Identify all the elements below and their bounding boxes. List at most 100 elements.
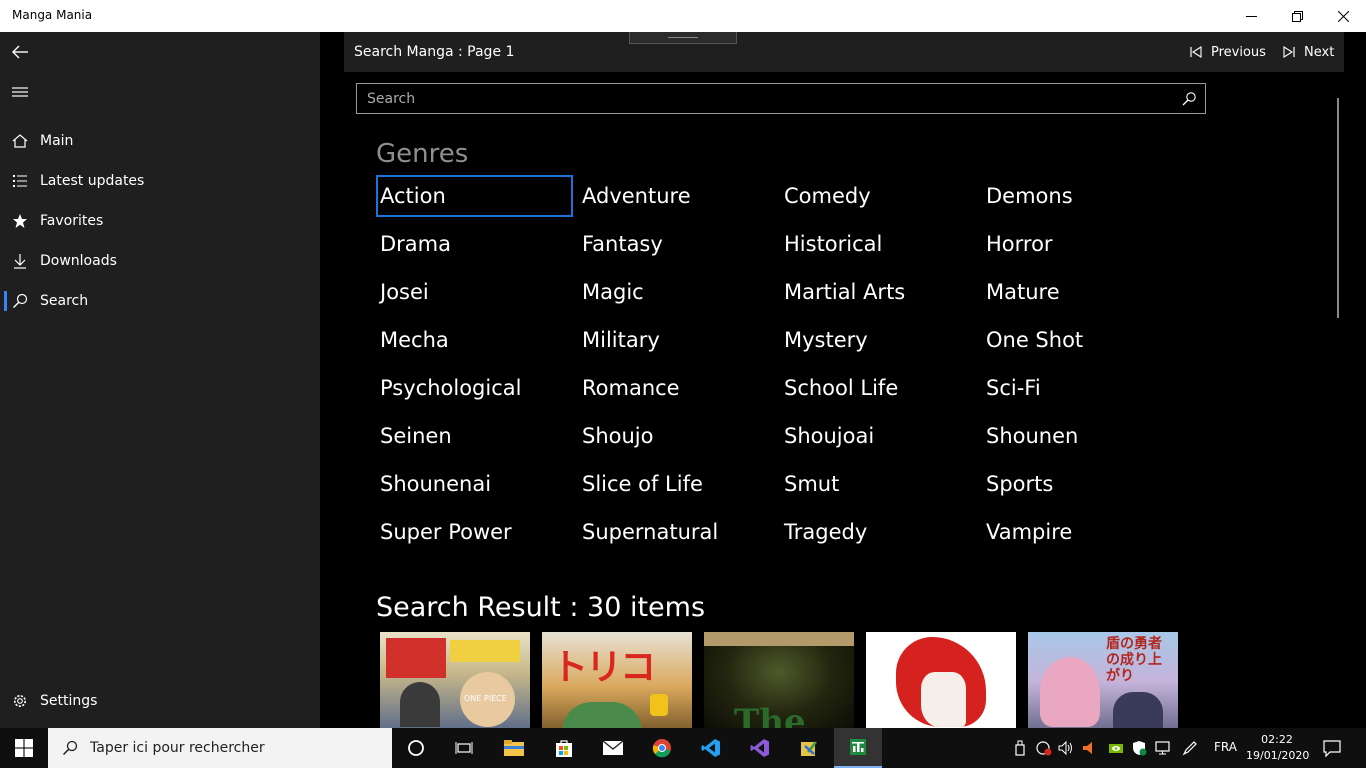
speaker-muted-icon[interactable] bbox=[1081, 740, 1097, 756]
thumbnail-text: トリコ bbox=[552, 647, 656, 688]
nvidia-icon[interactable] bbox=[1108, 740, 1124, 756]
genre-shoujoai[interactable]: Shoujoai bbox=[780, 415, 977, 457]
genre-mecha[interactable]: Mecha bbox=[376, 319, 573, 361]
manga-mania-icon bbox=[850, 739, 866, 755]
result-thumbnail-toriko[interactable]: トリコ bbox=[542, 632, 692, 728]
cortana-icon bbox=[408, 740, 424, 756]
genre-mature[interactable]: Mature bbox=[982, 271, 1179, 313]
genre-magic[interactable]: Magic bbox=[578, 271, 775, 313]
input-language[interactable]: FRA bbox=[1214, 740, 1237, 754]
hamburger-icon bbox=[12, 87, 28, 97]
app-button-tools[interactable] bbox=[785, 728, 833, 768]
clock-time: 02:22 bbox=[1261, 733, 1293, 746]
genre-tragedy[interactable]: Tragedy bbox=[780, 511, 977, 553]
close-icon bbox=[1337, 10, 1349, 22]
sidebar-item-main[interactable]: Main bbox=[0, 121, 320, 161]
manga-mania-taskbar-button[interactable] bbox=[834, 728, 882, 768]
genre-action[interactable]: Action bbox=[376, 175, 573, 217]
page-title: Search Manga : Page 1 bbox=[354, 44, 515, 60]
genre-super-power[interactable]: Super Power bbox=[376, 511, 573, 553]
sidebar-item-downloads[interactable]: Downloads bbox=[0, 241, 320, 281]
close-button[interactable] bbox=[1320, 0, 1366, 32]
genre-military[interactable]: Military bbox=[578, 319, 775, 361]
genre-slice-of-life[interactable]: Slice of Life bbox=[578, 463, 775, 505]
genre-martial-arts[interactable]: Martial Arts bbox=[780, 271, 977, 313]
search-icon[interactable] bbox=[1181, 91, 1197, 107]
genre-smut[interactable]: Smut bbox=[780, 463, 977, 505]
pen-icon[interactable] bbox=[1182, 740, 1198, 756]
genre-shounen[interactable]: Shounen bbox=[982, 415, 1179, 457]
vertical-scrollbar[interactable] bbox=[1337, 98, 1339, 318]
tools-icon bbox=[801, 741, 817, 756]
genre-seinen[interactable]: Seinen bbox=[376, 415, 573, 457]
genre-demons[interactable]: Demons bbox=[982, 175, 1179, 217]
thumbnail-text: The bbox=[734, 702, 806, 728]
genres-heading: Genres bbox=[376, 139, 469, 169]
genre-shoujo[interactable]: Shoujo bbox=[578, 415, 775, 457]
search-icon bbox=[0, 293, 40, 309]
genre-supernatural[interactable]: Supernatural bbox=[578, 511, 775, 553]
app-title: Manga Mania bbox=[12, 8, 93, 22]
next-button[interactable]: Next bbox=[1282, 42, 1334, 62]
genre-fantasy[interactable]: Fantasy bbox=[578, 223, 775, 265]
genre-vampire[interactable]: Vampire bbox=[982, 511, 1179, 553]
chrome-button[interactable] bbox=[638, 728, 686, 768]
volume-icon[interactable] bbox=[1058, 740, 1074, 756]
drag-handle[interactable] bbox=[629, 32, 737, 44]
genre-historical[interactable]: Historical bbox=[780, 223, 977, 265]
star-icon bbox=[0, 213, 40, 229]
genre-mystery[interactable]: Mystery bbox=[780, 319, 977, 361]
genre-school-life[interactable]: School Life bbox=[780, 367, 977, 409]
network-icon[interactable] bbox=[1155, 740, 1171, 756]
search-box bbox=[356, 83, 1206, 114]
previous-button[interactable]: Previous bbox=[1189, 42, 1266, 62]
hamburger-button[interactable] bbox=[8, 80, 32, 104]
result-thumbnail-weekly-jump[interactable]: ONE PIECE bbox=[380, 632, 530, 728]
genre-romance[interactable]: Romance bbox=[578, 367, 775, 409]
defender-shield-icon[interactable] bbox=[1131, 740, 1147, 756]
genre-horror[interactable]: Horror bbox=[982, 223, 1179, 265]
result-thumbnail-the[interactable]: The bbox=[704, 632, 854, 728]
genre-sports[interactable]: Sports bbox=[982, 463, 1179, 505]
search-result-heading: Search Result : 30 items bbox=[376, 592, 706, 623]
store-button[interactable] bbox=[540, 728, 588, 768]
genre-sci-fi[interactable]: Sci-Fi bbox=[982, 367, 1179, 409]
visual-studio-icon bbox=[750, 739, 769, 757]
sidebar-item-label: Downloads bbox=[40, 253, 117, 269]
genre-one-shot[interactable]: One Shot bbox=[982, 319, 1179, 361]
result-thumbnail-red-hair[interactable] bbox=[866, 632, 1016, 728]
start-button[interactable] bbox=[0, 728, 48, 768]
genre-shounenai[interactable]: Shounenai bbox=[376, 463, 573, 505]
genre-comedy[interactable]: Comedy bbox=[780, 175, 977, 217]
genre-josei[interactable]: Josei bbox=[376, 271, 573, 313]
taskbar-search-box[interactable]: Taper ici pour rechercher bbox=[48, 728, 392, 768]
minimize-button[interactable] bbox=[1228, 0, 1274, 32]
usb-icon[interactable] bbox=[1012, 740, 1028, 756]
vscode-button[interactable] bbox=[687, 728, 735, 768]
mail-button[interactable] bbox=[589, 728, 637, 768]
sidebar-item-search[interactable]: Search bbox=[0, 281, 320, 321]
sidebar-item-settings[interactable]: Settings bbox=[0, 681, 320, 721]
notifications-icon[interactable] bbox=[1322, 738, 1342, 758]
home-icon bbox=[0, 133, 40, 149]
file-explorer-button[interactable] bbox=[490, 728, 538, 768]
sidebar-item-favorites[interactable]: Favorites bbox=[0, 201, 320, 241]
genre-adventure[interactable]: Adventure bbox=[578, 175, 775, 217]
visual-studio-button[interactable] bbox=[736, 728, 784, 768]
genre-drama[interactable]: Drama bbox=[376, 223, 573, 265]
restore-button[interactable] bbox=[1274, 0, 1320, 32]
search-input[interactable] bbox=[357, 90, 1157, 107]
sidebar-item-latest-updates[interactable]: Latest updates bbox=[0, 161, 320, 201]
sidebar-item-label: Favorites bbox=[40, 213, 104, 229]
back-arrow-icon bbox=[12, 45, 28, 59]
cortana-button[interactable] bbox=[392, 728, 440, 768]
task-view-button[interactable] bbox=[440, 728, 488, 768]
back-button[interactable] bbox=[8, 40, 32, 64]
command-bar: Search Manga : Page 1 Previous Next bbox=[344, 32, 1344, 72]
search-icon bbox=[62, 740, 78, 756]
clock[interactable]: 02:22 19/01/2020 bbox=[1246, 732, 1309, 764]
security-alert-icon[interactable] bbox=[1036, 740, 1052, 756]
genre-psychological[interactable]: Psychological bbox=[376, 367, 573, 409]
next-icon bbox=[1283, 46, 1295, 58]
result-thumbnail-shield-hero[interactable]: 盾の勇者の成り上がり bbox=[1028, 632, 1178, 728]
